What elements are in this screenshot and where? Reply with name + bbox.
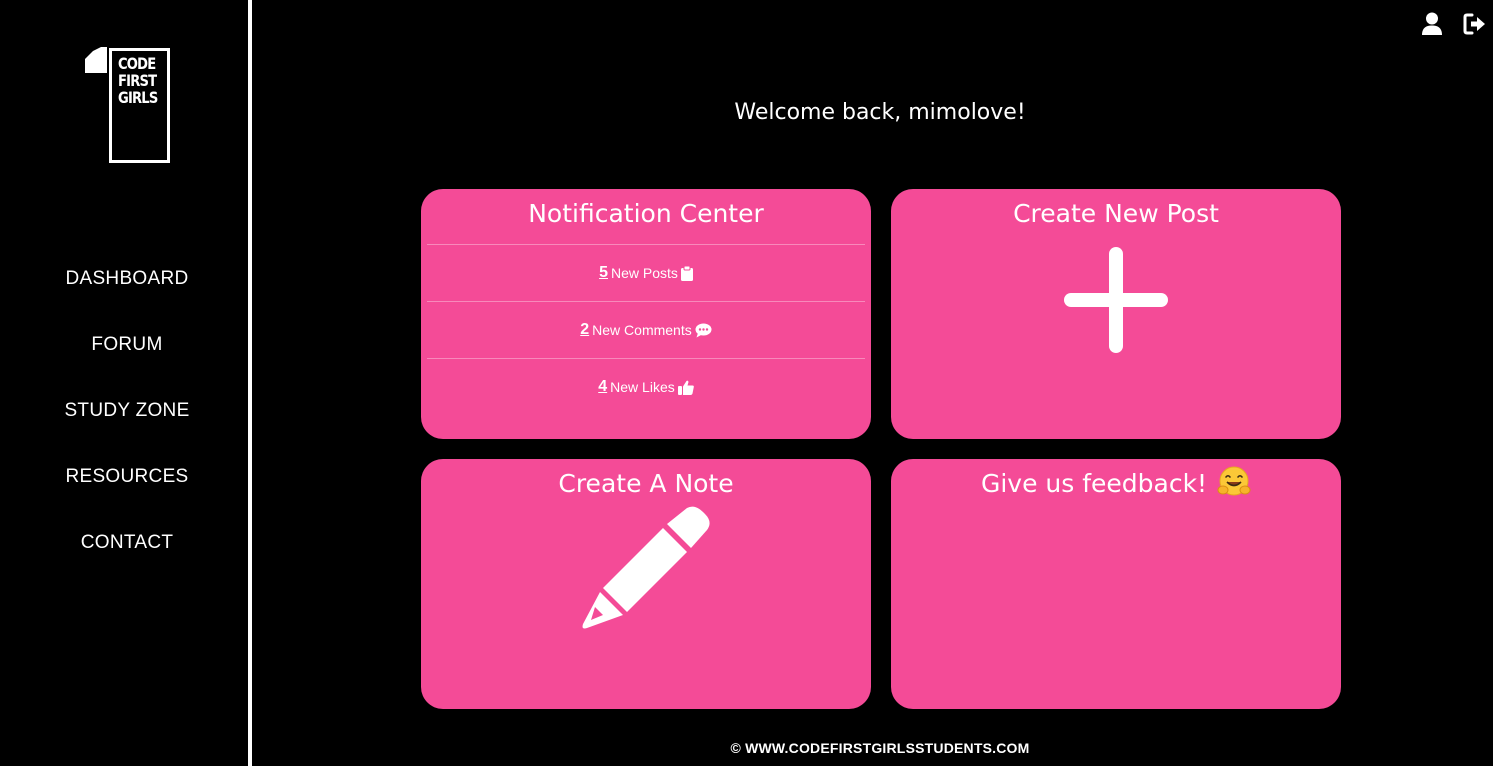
create-note-title: Create A Note (558, 469, 734, 498)
create-new-post-card[interactable]: Create New Post (891, 189, 1341, 439)
header-icons (1421, 12, 1487, 36)
plus-icon[interactable] (1064, 247, 1168, 353)
notification-list: 5 New Posts 2 New Comments 4 New Likes (427, 244, 865, 415)
nav-item-forum[interactable]: FORUM (0, 324, 254, 390)
logo-line-code: CODE (118, 54, 156, 73)
new-comments-label: New Comments (592, 322, 692, 338)
notification-row-likes[interactable]: 4 New Likes (427, 358, 865, 415)
nav-item-contact[interactable]: CONTACT (0, 522, 254, 588)
new-likes-label: New Likes (610, 379, 675, 395)
thumbs-up-icon (677, 380, 694, 395)
pencil-icon[interactable] (581, 504, 713, 636)
sidebar-nav: DASHBOARD FORUM STUDY ZONE RESOURCES CON… (0, 258, 254, 588)
new-likes-count[interactable]: 4 (598, 378, 607, 396)
welcome-message: Welcome back, mimolove! (734, 100, 1026, 125)
notification-row-comments[interactable]: 2 New Comments (427, 301, 865, 358)
user-icon[interactable] (1421, 12, 1445, 36)
feedback-card[interactable]: Give us feedback! (891, 459, 1341, 709)
comment-icon (695, 323, 712, 337)
new-comments-count[interactable]: 2 (580, 321, 589, 339)
nav-item-study-zone[interactable]: STUDY ZONE (0, 390, 254, 456)
feedback-title-text: Give us feedback! (980, 469, 1208, 498)
sidebar: CODE FIRST GIRLS DASHBOARD FORUM STUDY Z… (0, 0, 252, 766)
footer-copyright: © WWW.CODEFIRSTGIRLSSTUDENTS.COM (730, 740, 1030, 756)
notification-row-posts[interactable]: 5 New Posts (427, 244, 865, 301)
nav-item-dashboard[interactable]: DASHBOARD (0, 258, 254, 324)
notification-center-title: Notification Center (528, 199, 764, 228)
code-first-girls-logo[interactable]: CODE FIRST GIRLS (85, 47, 170, 163)
clipboard-icon (680, 265, 693, 281)
feedback-title: Give us feedback! (891, 466, 1341, 499)
logo-line-girls: GIRLS (118, 88, 158, 107)
notification-center-card: Notification Center 5 New Posts 2 New Co… (421, 189, 871, 439)
logo-box: CODE FIRST GIRLS (109, 48, 170, 163)
new-posts-count[interactable]: 5 (599, 264, 608, 282)
logout-icon[interactable] (1463, 12, 1487, 36)
new-posts-label: New Posts (610, 265, 678, 281)
logo-one-icon (85, 47, 107, 73)
hugging-face-emoji (1217, 466, 1251, 496)
nav-item-resources[interactable]: RESOURCES (0, 456, 254, 522)
create-note-card[interactable]: Create A Note (421, 459, 871, 709)
logo-text: CODE FIRST GIRLS (118, 54, 158, 107)
create-new-post-title: Create New Post (1013, 199, 1219, 228)
logo-line-first: FIRST (118, 71, 157, 90)
